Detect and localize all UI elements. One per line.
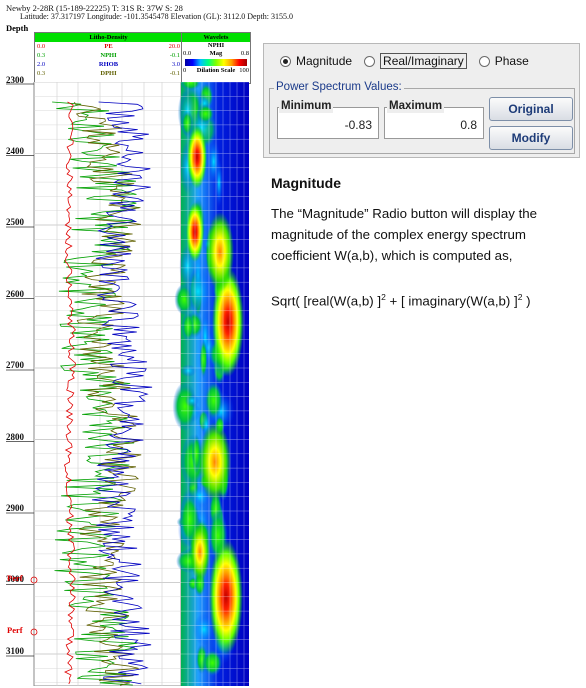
depth-label: 2700 (6, 360, 24, 370)
depth-label: 3100 (6, 646, 24, 656)
curve-row-rhob: 2.0 RHOB 3.0 (35, 60, 182, 69)
wavelets-header: Wavelets NPHI 0.0 Mag 0.8 0 Dilation Sca… (181, 32, 251, 84)
pe-max: 20.0 (168, 43, 180, 50)
dphi-max: -0.1 (169, 70, 180, 77)
scale-max: 100 (239, 67, 249, 74)
depth-label: 2800 (6, 432, 24, 442)
magnitude-radio[interactable]: Magnitude (280, 54, 352, 68)
perf-label: Perf (7, 573, 23, 583)
magnitude-color-scale (185, 59, 247, 66)
dphi-name: DPHI (100, 70, 117, 77)
curve-row-pe: 0.0 PE 20.0 (35, 42, 182, 51)
phase-radio[interactable]: Phase (478, 54, 529, 68)
curve-row-dphi: 0.3 DPHI -0.1 (35, 69, 182, 78)
formula-part: Sqrt( [real(W(a,b) ] (271, 293, 382, 309)
description-body: The “Magnitude” Radio button will displa… (271, 206, 538, 263)
well-log-tracks (6, 82, 249, 686)
radio-selected-icon (280, 55, 291, 67)
original-button[interactable]: Original (489, 97, 573, 121)
description-heading: Magnitude (271, 175, 341, 191)
litho-density-header: Litho-Density 0.0 PE 20.0 0.3 NPHI -0.1 … (34, 32, 183, 84)
wavelets-title: Wavelets (182, 33, 250, 42)
modify-button[interactable]: Modify (489, 126, 573, 150)
power-spectrum-values-title: Power Spectrum Values: (274, 81, 404, 93)
maximum-label: Maximum (387, 100, 445, 113)
rhob-name: RHOB (98, 61, 119, 68)
depth-label: 2300 (6, 75, 24, 85)
formula-part: + [ imaginary(W(a,b) ] (385, 293, 518, 309)
magnitude-range: 0.0 Mag 0.8 (182, 50, 250, 58)
power-spectrum-panel: Magnitude Real/Imaginary Phase Power Spe… (263, 43, 580, 158)
minimum-label: Minimum (279, 100, 334, 113)
curve-row-nphi: 0.3 NPHI -0.1 (35, 51, 182, 60)
real-imaginary-radio[interactable]: Real/Imaginary (364, 53, 467, 69)
magnitude-radio-label: Magnitude (296, 54, 353, 68)
mag-label: Mag (209, 50, 223, 57)
radio-unselected-icon (364, 55, 376, 67)
real-imaginary-radio-label: Real/Imaginary (380, 53, 467, 69)
power-spectrum-values-group: Power Spectrum Values: -0.83 Minimum 0.8… (269, 81, 575, 154)
nphi-max: -0.1 (169, 52, 180, 59)
phase-radio-label: Phase (494, 54, 529, 68)
nphi-name: NPHI (100, 52, 117, 59)
depth-ticks (6, 83, 34, 657)
maximum-value: 0.8 (460, 118, 477, 132)
minimum-value: -0.83 (344, 118, 372, 132)
depth-label: 2600 (6, 289, 24, 299)
spectrum-mode-radios: Magnitude Real/Imaginary Phase (280, 51, 573, 71)
mag-max: 0.8 (240, 50, 249, 57)
wavelets-curve-name: NPHI (207, 42, 225, 49)
radio-unselected-icon (478, 55, 490, 67)
magnitude-formula: Sqrt( [real(W(a,b) ]2 + [ imaginary(W(a,… (271, 292, 531, 308)
depth-label: 2500 (6, 217, 24, 227)
depth-track-header: Depth (6, 23, 29, 33)
formula-part: ) (522, 293, 531, 309)
litho-density-title: Litho-Density (35, 33, 182, 42)
wavelet-spectrum (172, 82, 249, 686)
well-location: Latitude: 37.317197 Longitude: -101.3545… (20, 12, 293, 21)
depth-label: 2400 (6, 146, 24, 156)
pe-name: PE (104, 43, 113, 50)
rhob-max: 3.0 (171, 61, 180, 68)
depth-label: 2900 (6, 503, 24, 513)
dilation-scale-row: 0 Dilation Scale 100 (182, 66, 250, 75)
perf-label: Perf (7, 625, 23, 635)
